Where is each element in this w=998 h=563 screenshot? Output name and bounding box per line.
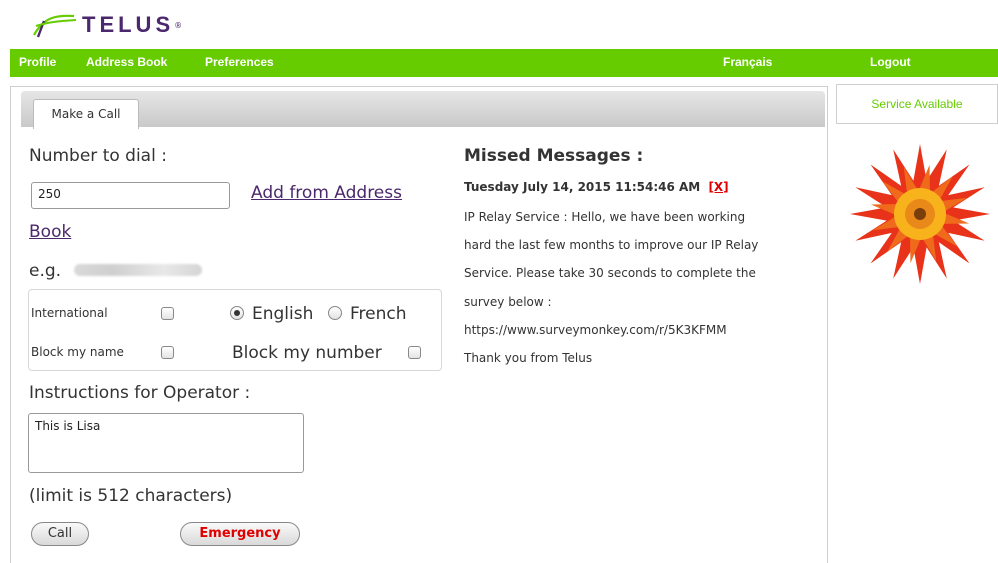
brand-name: TELUS xyxy=(82,12,175,37)
block-name-checkbox[interactable] xyxy=(161,346,174,359)
limit-text: (limit is 512 characters) xyxy=(29,486,233,506)
message-line: Thank you from Telus xyxy=(464,351,593,365)
call-button[interactable]: Call xyxy=(31,522,89,546)
nav-preferences[interactable]: Preferences xyxy=(205,55,274,69)
number-to-dial-input[interactable]: 250 xyxy=(31,182,230,209)
example-label: e.g. xyxy=(29,261,62,281)
top-nav-bar: Profile Address Book Preferences Françai… xyxy=(10,49,998,77)
tab-make-a-call[interactable]: Make a Call xyxy=(33,99,139,129)
english-label: English xyxy=(252,304,314,324)
telus-logo-icon xyxy=(33,14,77,38)
international-label: International xyxy=(31,306,108,320)
instructions-label: Instructions for Operator : xyxy=(29,383,251,403)
tab-bar: Make a Call xyxy=(21,91,825,129)
brand-reg-mark: ® xyxy=(174,20,183,30)
missed-messages-title: Missed Messages : xyxy=(464,146,644,166)
dismiss-message-button[interactable]: [X] xyxy=(708,180,728,194)
service-status-box: Service Available xyxy=(836,84,998,124)
french-radio[interactable] xyxy=(328,306,342,320)
french-label: French xyxy=(350,304,407,324)
flower-image xyxy=(850,144,990,284)
nav-logout[interactable]: Logout xyxy=(870,55,911,69)
message-line: Service. Please take 30 seconds to compl… xyxy=(464,266,756,280)
emergency-button[interactable]: Emergency xyxy=(180,522,300,546)
international-checkbox[interactable] xyxy=(161,307,174,320)
message-date: Tuesday July 14, 2015 11:54:46 AM [X] xyxy=(464,180,729,194)
english-radio[interactable] xyxy=(230,306,244,320)
message-line: survey below : xyxy=(464,295,552,309)
block-number-label: Block my number xyxy=(232,343,382,363)
message-survey-link: https://www.surveymonkey.com/r/5K3KFMM xyxy=(464,323,727,337)
add-from-address-book-link-cont[interactable]: Book xyxy=(29,222,71,242)
message-line: hard the last few months to improve our … xyxy=(464,238,759,252)
instructions-textarea[interactable]: This is Lisa xyxy=(28,413,304,473)
block-name-label: Block my name xyxy=(31,345,124,359)
nav-language-toggle[interactable]: Français xyxy=(723,55,772,69)
message-timestamp: Tuesday July 14, 2015 11:54:46 AM xyxy=(464,180,701,194)
message-line: IP Relay Service : Hello, we have been w… xyxy=(464,210,746,224)
add-from-address-book-link[interactable]: Add from Address xyxy=(251,183,402,203)
nav-profile[interactable]: Profile xyxy=(19,55,56,69)
block-number-checkbox[interactable] xyxy=(408,346,421,359)
number-to-dial-label: Number to dial : xyxy=(29,146,167,166)
telus-logo: TELUS ® xyxy=(30,8,182,42)
redacted-example-number xyxy=(74,264,202,276)
nav-address-book[interactable]: Address Book xyxy=(86,55,167,69)
